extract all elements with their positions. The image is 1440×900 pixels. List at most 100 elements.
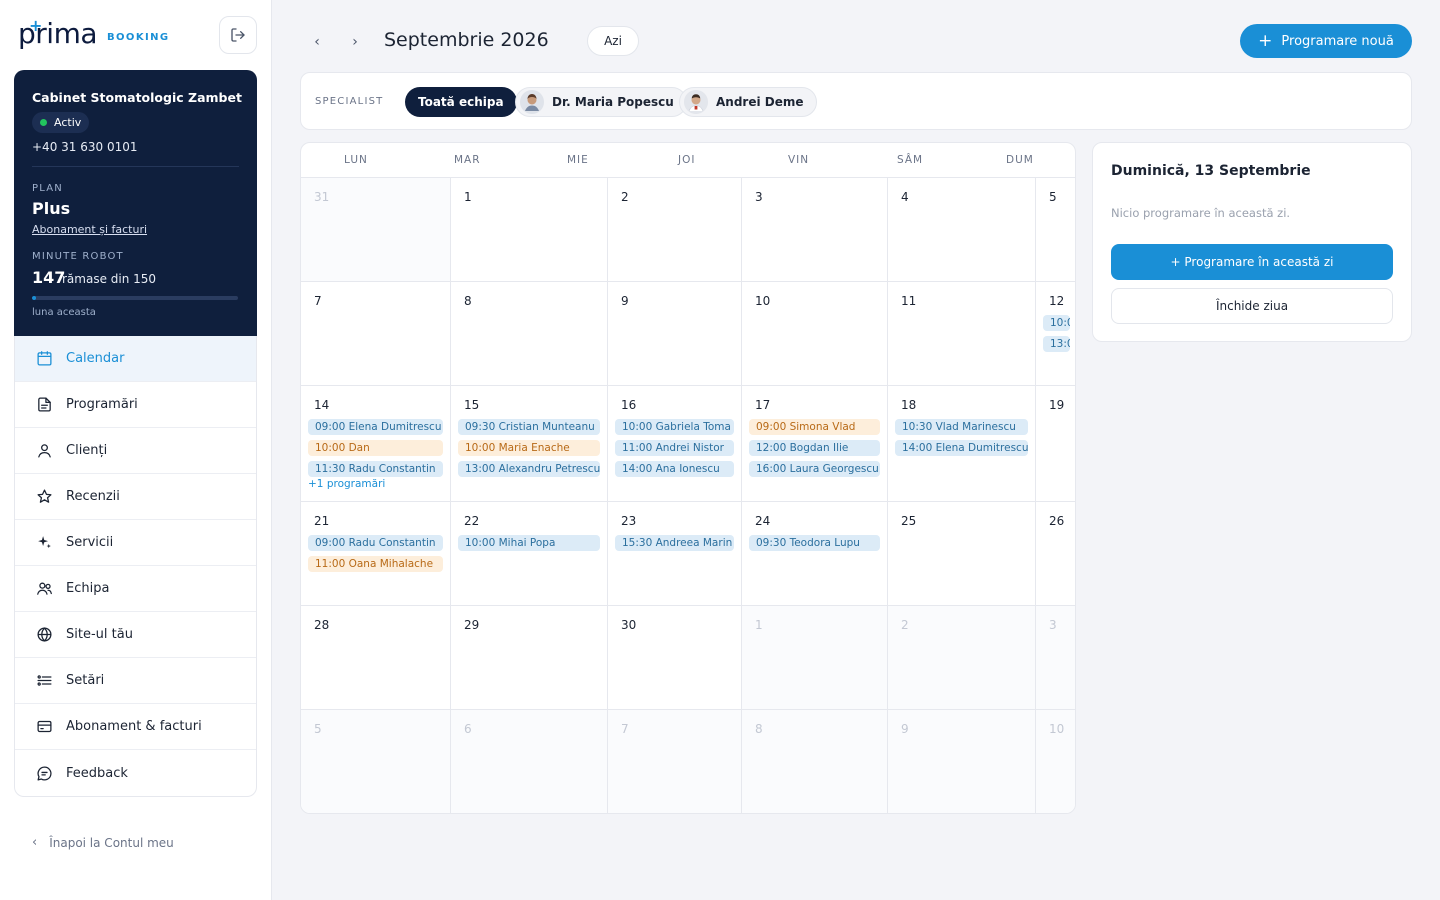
sidebar-item-feedback[interactable]: Feedback	[15, 750, 256, 796]
calendar-day-cell[interactable]: 26	[1036, 502, 1075, 606]
appointment-chip[interactable]: 10:00 Mihai Popa	[458, 535, 600, 551]
brand-tag: BOOKING	[107, 31, 170, 43]
calendar-day-cell[interactable]: 23 15:30 Andreea Marin	[608, 502, 742, 606]
chevron-left-icon: ‹	[32, 835, 38, 850]
sidebar-item-site[interactable]: Site-ul tău	[15, 612, 256, 658]
calendar-day-cell[interactable]: 24 09:30 Teodora Lupu	[742, 502, 888, 606]
day-title: Duminică, 13 Septembrie	[1111, 163, 1311, 179]
message-icon	[35, 764, 53, 782]
calendar-day-cell[interactable]: 31	[301, 178, 451, 282]
chip-specialist-andrei[interactable]: Andrei Deme	[679, 87, 817, 117]
appointment-chip[interactable]: 13:00	[1043, 336, 1070, 352]
appointment-chip[interactable]: 09:00 Simona Vlad	[749, 419, 880, 435]
calendar-day-cell[interactable]: 4	[888, 178, 1036, 282]
close-day-button[interactable]: Închide ziua	[1111, 288, 1393, 324]
calendar-day-cell[interactable]: 2	[608, 178, 742, 282]
sidebar-item-setari[interactable]: Setări	[15, 658, 256, 704]
day-number: 21	[314, 514, 330, 528]
calendar-day-cell[interactable]: 8	[451, 282, 608, 386]
calendar-day-cell[interactable]: 16 10:00 Gabriela Toma 11:00 Andrei Nistor…	[608, 386, 742, 502]
appointment-chip[interactable]: 09:00 Radu Constantin	[308, 535, 443, 551]
calendar-day-cell[interactable]: 9	[888, 710, 1036, 813]
next-month-button[interactable]: ›	[345, 31, 365, 53]
calendar-day-cell[interactable]: 30	[608, 606, 742, 710]
sidebar-item-abonament[interactable]: Abonament & facturi	[15, 704, 256, 750]
sidebar-item-echipa[interactable]: Echipa	[15, 566, 256, 612]
prev-month-button[interactable]: ‹	[307, 31, 327, 53]
appointment-chip[interactable]: 15:30 Andreea Marin	[615, 535, 734, 551]
appointment-chip[interactable]: 10:00 Dan	[308, 440, 443, 456]
minutes-progress-fill	[32, 296, 37, 300]
calendar-day-cell[interactable]: 1	[742, 606, 888, 710]
appointment-chip[interactable]: 14:00 Elena Dumitrescu	[895, 440, 1028, 456]
credit-card-icon	[35, 718, 53, 736]
user-icon	[35, 442, 53, 460]
appointment-chip[interactable]: 12:00 Bogdan Ilie	[749, 440, 880, 456]
calendar-day-cell[interactable]: 2	[888, 606, 1036, 710]
account-card: Cabinet Stomatologic Zambet Activ +40 31…	[14, 70, 257, 336]
calendar-day-cell[interactable]: 29	[451, 606, 608, 710]
calendar-day-cell[interactable]: 3	[742, 178, 888, 282]
chip-all-team[interactable]: Toată echipa	[405, 87, 517, 117]
calendar-day-cell[interactable]: 9	[608, 282, 742, 386]
calendar-day-cell[interactable]: 8	[742, 710, 888, 813]
calendar-day-cell[interactable]: 17 09:00 Simona Vlad 12:00 Bogdan Ilie 16:0…	[742, 386, 888, 502]
calendar-day-cell[interactable]: 22 10:00 Mihai Popa	[451, 502, 608, 606]
appointment-chip[interactable]: 11:00 Andrei Nistor	[615, 440, 734, 456]
brand-logo[interactable]: + prima BOOKING	[18, 16, 170, 50]
calendar-day-cell[interactable]: 12 10:00 13:00	[1036, 282, 1075, 386]
users-icon	[35, 580, 53, 598]
day-number: 5	[1049, 190, 1057, 204]
calendar-day-cell[interactable]: 11	[888, 282, 1036, 386]
calendar-day-cell[interactable]: 7	[301, 282, 451, 386]
logout-button[interactable]	[219, 16, 257, 54]
avatar	[520, 90, 544, 114]
appointment-chip[interactable]: 13:00 Alexandru Petrescu	[458, 461, 600, 477]
appointment-chip[interactable]: 10:30 Vlad Marinescu	[895, 419, 1028, 435]
sidebar-item-servicii[interactable]: Servicii	[15, 520, 256, 566]
calendar-day-cell[interactable]: 7	[608, 710, 742, 813]
minutes-note: luna aceasta	[32, 307, 96, 318]
calendar-day-cell[interactable]: 1	[451, 178, 608, 282]
sidebar: + prima BOOKING Cabinet Stomatologic Zam…	[0, 0, 272, 900]
plus-icon: +	[1258, 30, 1273, 51]
calendar-day-cell[interactable]: 14 09:00 Elena Dumitrescu 10:00 Dan 11:30 R…	[301, 386, 451, 502]
calendar-day-cell[interactable]: 10	[1036, 710, 1075, 813]
calendar-day-cell[interactable]: 28	[301, 606, 451, 710]
filter-label: SPECIALIST	[315, 96, 384, 107]
calendar-day-cell[interactable]: 21 09:00 Radu Constantin 11:00 Oana Mihala…	[301, 502, 451, 606]
calendar-day-cell[interactable]: 3	[1036, 606, 1075, 710]
chip-specialist-maria[interactable]: Dr. Maria Popescu	[515, 87, 687, 117]
calendar-day-cell[interactable]: 6	[451, 710, 608, 813]
appointment-chip[interactable]: 14:00 Ana Ionescu	[615, 461, 734, 477]
sidebar-item-programari[interactable]: Programări	[15, 382, 256, 428]
plan-link[interactable]: Abonament și facturi	[32, 223, 147, 236]
appointment-chip[interactable]: 09:30 Teodora Lupu	[749, 535, 880, 551]
sidebar-item-clienti[interactable]: Clienți	[15, 428, 256, 474]
appointment-chip[interactable]: 10:00 Maria Enache	[458, 440, 600, 456]
day-number: 15	[464, 398, 480, 412]
appointment-chip[interactable]: 11:00 Oana Mihalache	[308, 556, 443, 572]
calendar-day-cell[interactable]: 5	[301, 710, 451, 813]
appointment-chip[interactable]: 16:00 Laura Georgescu	[749, 461, 880, 477]
day-number: 18	[901, 398, 917, 412]
add-appointment-day-button[interactable]: + Programare în această zi	[1111, 244, 1393, 280]
calendar-day-cell[interactable]: 19	[1036, 386, 1075, 502]
calendar-day-cell[interactable]: 15 09:30 Cristian Munteanu 10:00 Maria Ena…	[451, 386, 608, 502]
more-appointments-link[interactable]: +1 programări	[308, 478, 385, 490]
calendar-day-cell[interactable]: 5	[1036, 178, 1075, 282]
appointment-chip[interactable]: 09:00 Elena Dumitrescu	[308, 419, 443, 435]
calendar-day-cell[interactable]: 18 10:30 Vlad Marinescu 14:00 Elena Dumitr…	[888, 386, 1036, 502]
sidebar-item-calendar[interactable]: Calendar	[15, 336, 256, 382]
calendar-day-cell[interactable]: 10	[742, 282, 888, 386]
today-button[interactable]: Azi	[587, 26, 639, 56]
new-appointment-button[interactable]: + Programare nouă	[1240, 24, 1412, 58]
appointment-chip[interactable]: 09:30 Cristian Munteanu	[458, 419, 600, 435]
appointment-chip[interactable]: 10:00 Gabriela Toma	[615, 419, 734, 435]
appointment-chip[interactable]: 10:00	[1043, 315, 1070, 331]
sidebar-item-recenzii[interactable]: Recenzii	[15, 474, 256, 520]
appointment-chip[interactable]: 11:30 Radu Constantin	[308, 461, 443, 477]
calendar-day-cell[interactable]: 25	[888, 502, 1036, 606]
day-number: 25	[901, 514, 917, 528]
back-to-account-link[interactable]: ‹ Înapoi la Contul meu	[32, 835, 174, 850]
